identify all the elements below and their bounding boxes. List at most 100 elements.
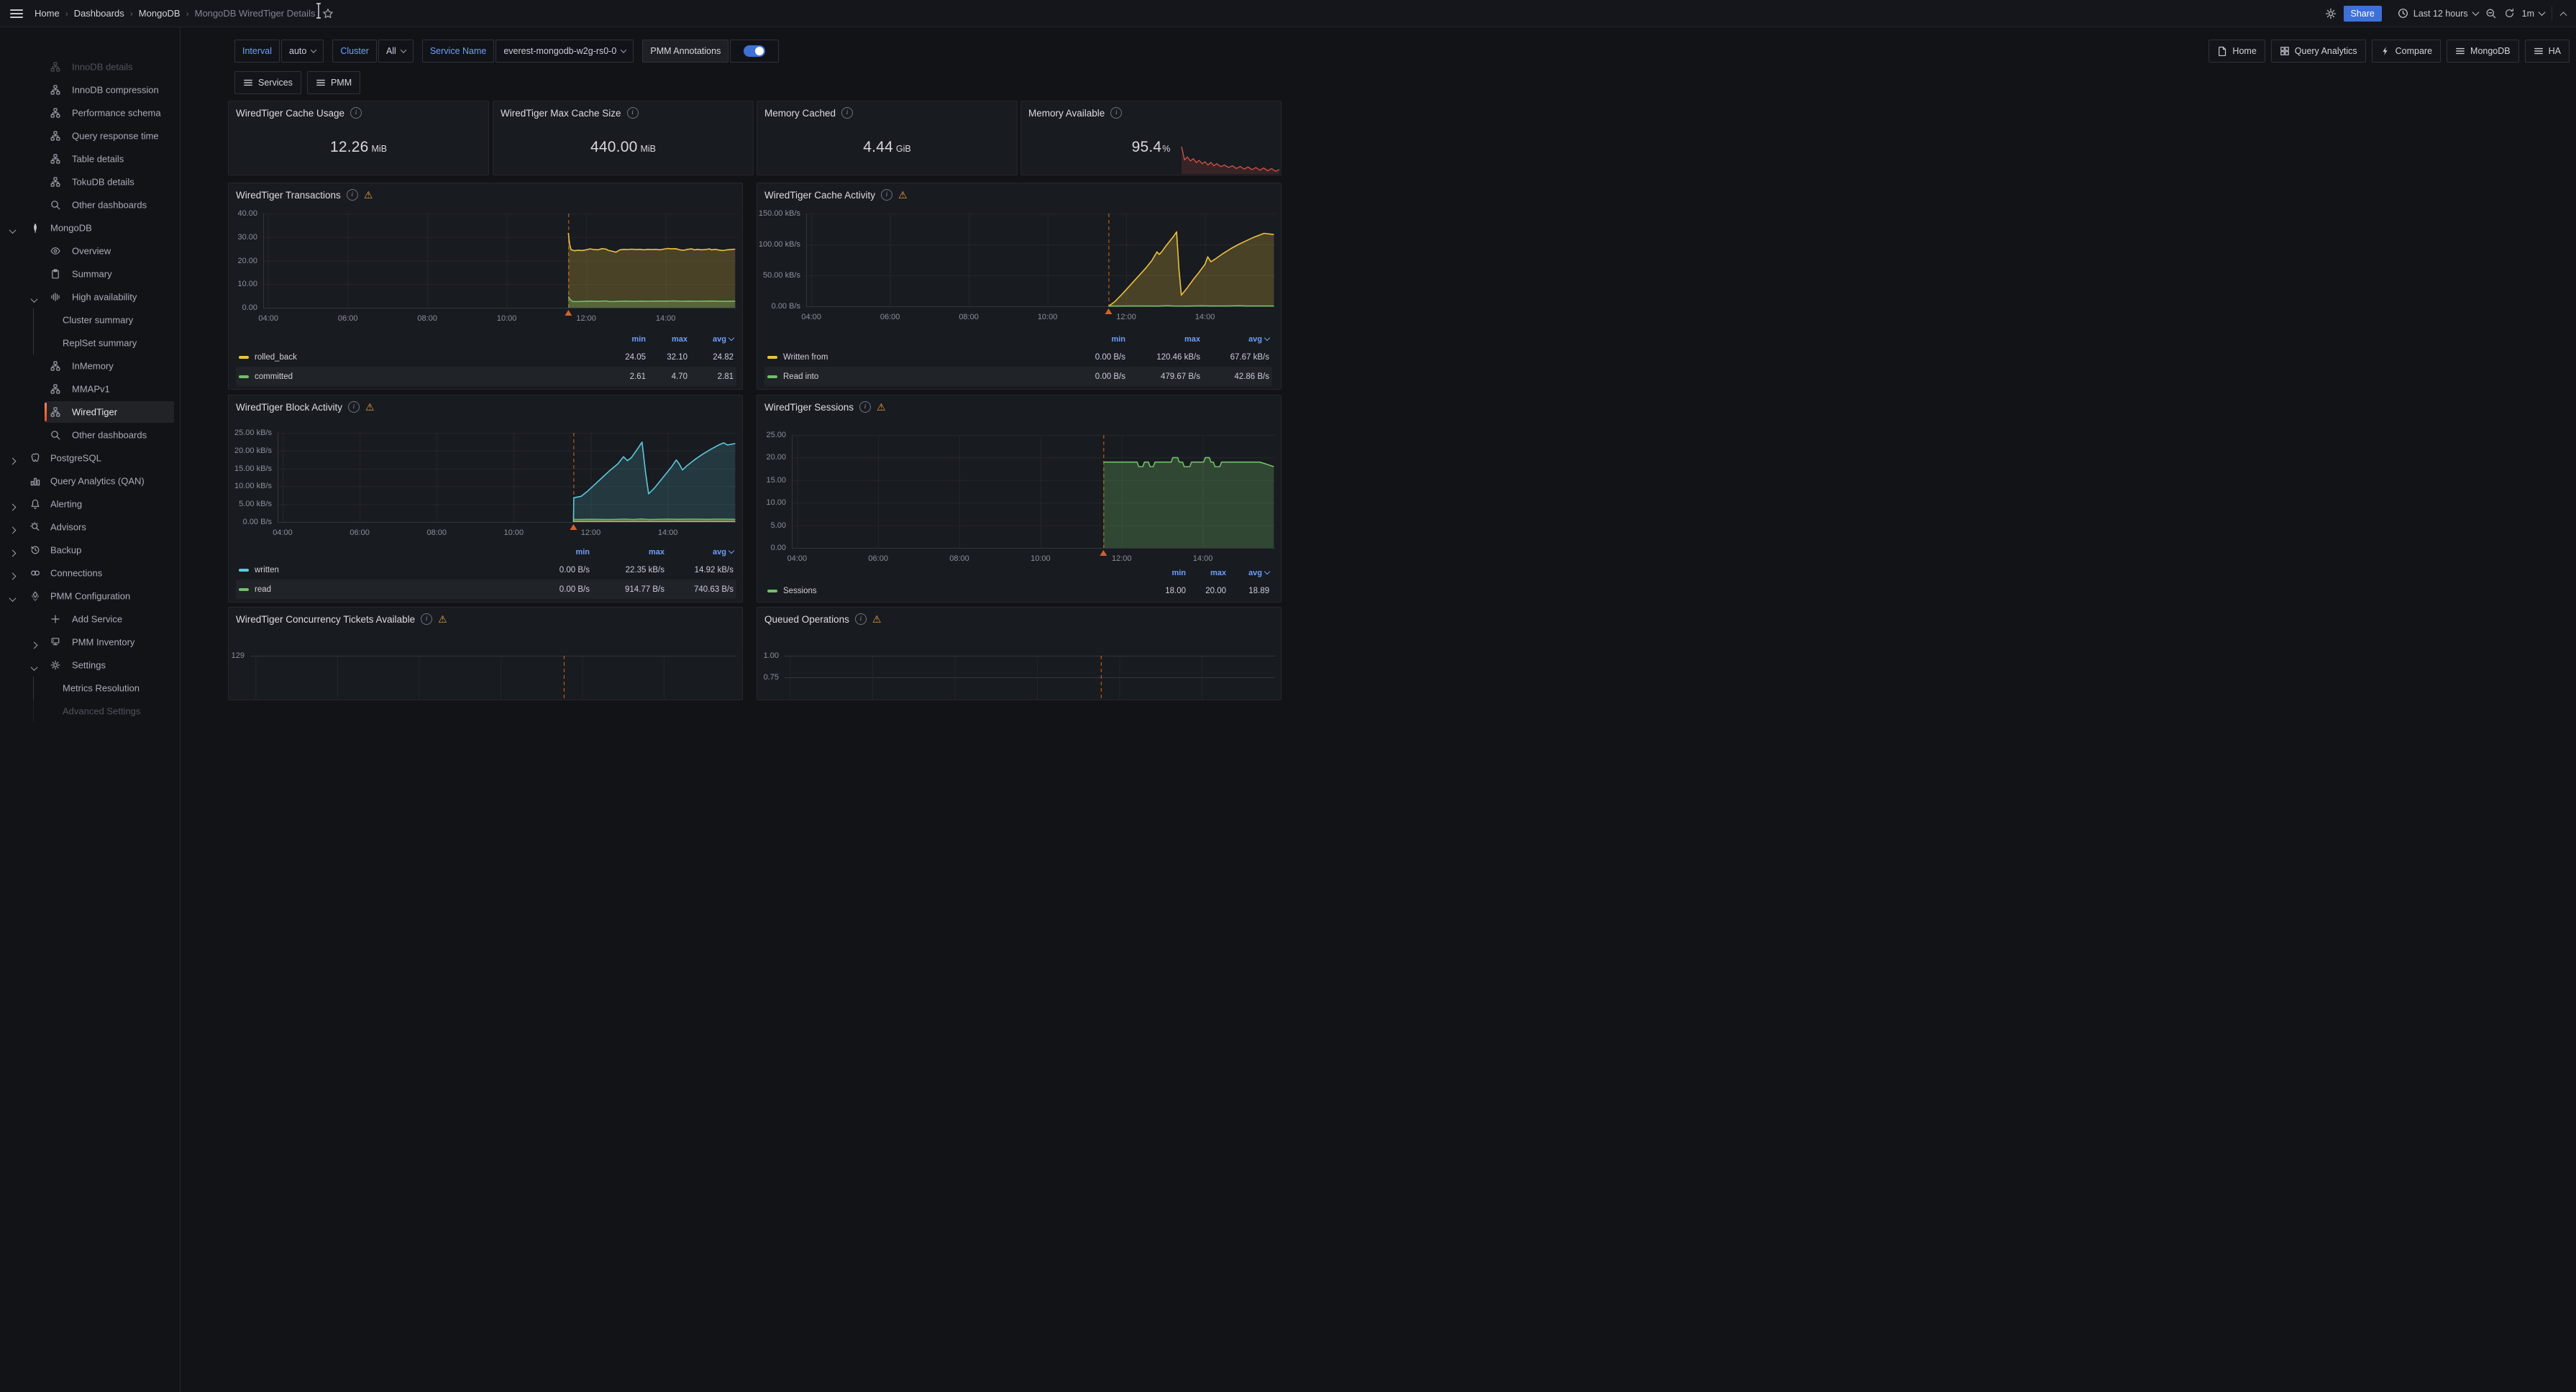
legend-header-avg[interactable]: avg: [664, 548, 734, 557]
sidebar-item-overview[interactable]: Overview: [0, 239, 180, 262]
warning-icon[interactable]: ⚠: [364, 190, 373, 200]
panel-title[interactable]: Queued Operations i ⚠: [764, 613, 881, 625]
refresh-icon[interactable]: [2504, 8, 2515, 19]
chart-plot[interactable]: [792, 435, 1275, 558]
panel-title-text[interactable]: Queued Operations: [764, 614, 849, 625]
chevron-right-icon[interactable]: [10, 547, 15, 558]
legend-header-min[interactable]: min: [1146, 569, 1186, 577]
info-icon[interactable]: i: [841, 107, 853, 119]
sidebar-item-backup[interactable]: Backup: [0, 539, 180, 562]
sidebar-item-mmapv1[interactable]: MMAPv1: [0, 377, 180, 400]
panel-title[interactable]: WiredTiger Cache Activity i ⚠: [764, 189, 908, 201]
chevron-right-icon[interactable]: [10, 524, 15, 535]
sidebar-item-table-details[interactable]: Table details: [0, 147, 180, 170]
panel-title-text[interactable]: WiredTiger Cache Activity: [764, 190, 875, 201]
legend-header-avg[interactable]: avg: [1200, 335, 1269, 344]
info-icon[interactable]: i: [350, 107, 362, 119]
panel-title[interactable]: Memory Cachedi: [764, 107, 853, 119]
legend-series-label[interactable]: committed: [239, 372, 603, 381]
quicklink-query-analytics-button[interactable]: Query Analytics: [2271, 40, 2366, 63]
panel-title[interactable]: Memory Available i: [1028, 107, 1122, 119]
panel-title-text[interactable]: WiredTiger Cache Usage: [236, 108, 344, 119]
service-name-label[interactable]: Service Name: [422, 40, 495, 63]
sidebar-item-advanced-settings[interactable]: Advanced Settings: [0, 700, 180, 723]
refresh-interval-picker[interactable]: 1m: [2522, 9, 2544, 19]
panel-title[interactable]: WiredTiger Transactions i ⚠: [236, 189, 373, 201]
warning-icon[interactable]: ⚠: [872, 614, 882, 624]
sidebar-item-other-dashboards[interactable]: Other dashboards: [0, 423, 180, 447]
info-icon[interactable]: i: [881, 189, 892, 201]
chevron-right-icon[interactable]: [10, 570, 15, 581]
chevron-down-icon[interactable]: [32, 662, 37, 673]
breadcrumb-home[interactable]: Home: [35, 8, 60, 19]
sidebar-item-connections[interactable]: Connections: [0, 562, 180, 585]
interval-select[interactable]: auto: [281, 40, 324, 63]
chevron-right-icon[interactable]: [10, 501, 15, 512]
legend-series-label[interactable]: Written from: [767, 353, 1061, 362]
favorite-star-icon[interactable]: [322, 8, 334, 19]
sidebar-item-inmemory[interactable]: InMemory: [0, 354, 180, 377]
chevron-down-icon[interactable]: [10, 225, 15, 236]
breadcrumb-dashboards[interactable]: Dashboards: [74, 8, 124, 19]
sidebar-item-wiredtiger[interactable]: WiredTiger: [0, 400, 180, 423]
legend-header-max[interactable]: max: [590, 548, 664, 557]
legend-header-avg[interactable]: avg: [688, 335, 734, 344]
legend-header-avg[interactable]: avg: [1226, 569, 1269, 577]
panel-title[interactable]: WiredTiger Cache Usage i: [236, 107, 362, 119]
sidebar-item-alerting[interactable]: Alerting: [0, 493, 180, 516]
info-icon[interactable]: i: [347, 189, 358, 201]
sidebar-item-pmm-inventory[interactable]: PMM Inventory: [0, 631, 180, 654]
panel-title-text[interactable]: WiredTiger Max Cache Size: [501, 108, 621, 119]
panel-title-text[interactable]: WiredTiger Transactions: [236, 190, 341, 201]
warning-icon[interactable]: ⚠: [877, 402, 886, 412]
panel-title[interactable]: WiredTiger Concurrency Tickets Available…: [236, 613, 447, 625]
chart-plot[interactable]: [278, 433, 736, 532]
quicklink-home-button[interactable]: Home: [2209, 40, 2265, 63]
legend-header-min[interactable]: min: [1061, 335, 1125, 344]
chevron-right-icon[interactable]: [32, 639, 37, 650]
panel-title-text[interactable]: Memory Available: [1028, 108, 1105, 119]
collapse-toolbar-caret-icon[interactable]: [2561, 11, 2566, 16]
pmm-button[interactable]: PMM: [307, 71, 360, 94]
quicklink-compare-button[interactable]: Compare: [2372, 40, 2441, 63]
cluster-select[interactable]: All: [378, 40, 414, 63]
panel-title[interactable]: WiredTiger Max Cache Size i: [501, 107, 639, 119]
breadcrumb-mongodb[interactable]: MongoDB: [139, 8, 181, 19]
chart-plot[interactable]: [250, 656, 736, 700]
sidebar-item-add-service[interactable]: Add Service: [0, 608, 180, 631]
panel-title-text[interactable]: WiredTiger Block Activity: [236, 402, 342, 413]
info-icon[interactable]: i: [855, 613, 867, 625]
share-button[interactable]: Share: [2344, 6, 2382, 22]
sidebar-item-innodb-compression[interactable]: InnoDB compression: [0, 78, 180, 101]
legend-header-min[interactable]: min: [525, 548, 590, 557]
service-name-select[interactable]: everest-mongodb-w2g-rs0-0: [495, 40, 634, 63]
quicklink-ha-button[interactable]: HA: [2525, 40, 2570, 63]
sidebar-item-advisors[interactable]: Advisors: [0, 516, 180, 539]
info-icon[interactable]: i: [1110, 107, 1122, 119]
sidebar-item-cluster-summary[interactable]: Cluster summary: [0, 308, 180, 331]
sidebar-item-high-availability[interactable]: High availability: [0, 285, 180, 308]
warning-icon[interactable]: ⚠: [438, 614, 447, 624]
legend-header-max[interactable]: max: [1186, 569, 1226, 577]
dashboard-settings-gear-icon[interactable]: [2325, 8, 2337, 19]
warning-icon[interactable]: ⚠: [898, 190, 908, 200]
toggle-switch[interactable]: [744, 45, 765, 57]
chevron-down-icon[interactable]: [10, 593, 15, 604]
sidebar-item-settings[interactable]: Settings: [0, 654, 180, 677]
panel-title-text[interactable]: WiredTiger Sessions: [764, 402, 854, 413]
menu-toggle-icon[interactable]: [10, 9, 23, 18]
quicklink-mongodb-button[interactable]: MongoDB: [2447, 40, 2519, 63]
legend-series-label[interactable]: rolled_back: [239, 353, 603, 362]
sidebar-item-tokudb-details[interactable]: TokuDB details: [0, 170, 180, 193]
info-icon[interactable]: i: [627, 107, 639, 119]
sidebar-item-query-response-time[interactable]: Query response time: [0, 124, 180, 147]
legend-header-min[interactable]: min: [603, 335, 646, 344]
legend-header-max[interactable]: max: [1125, 335, 1200, 344]
sidebar-item-pmm-configuration[interactable]: PMM Configuration: [0, 585, 180, 608]
chevron-down-icon[interactable]: [32, 294, 37, 305]
sidebar-item-replset-summary[interactable]: ReplSet summary: [0, 331, 180, 354]
cluster-label[interactable]: Cluster: [332, 40, 377, 63]
legend-header-max[interactable]: max: [646, 335, 688, 344]
interval-label[interactable]: Interval: [234, 40, 280, 63]
sidebar-item-query-analytics-qan[interactable]: Query Analytics (QAN): [0, 470, 180, 493]
